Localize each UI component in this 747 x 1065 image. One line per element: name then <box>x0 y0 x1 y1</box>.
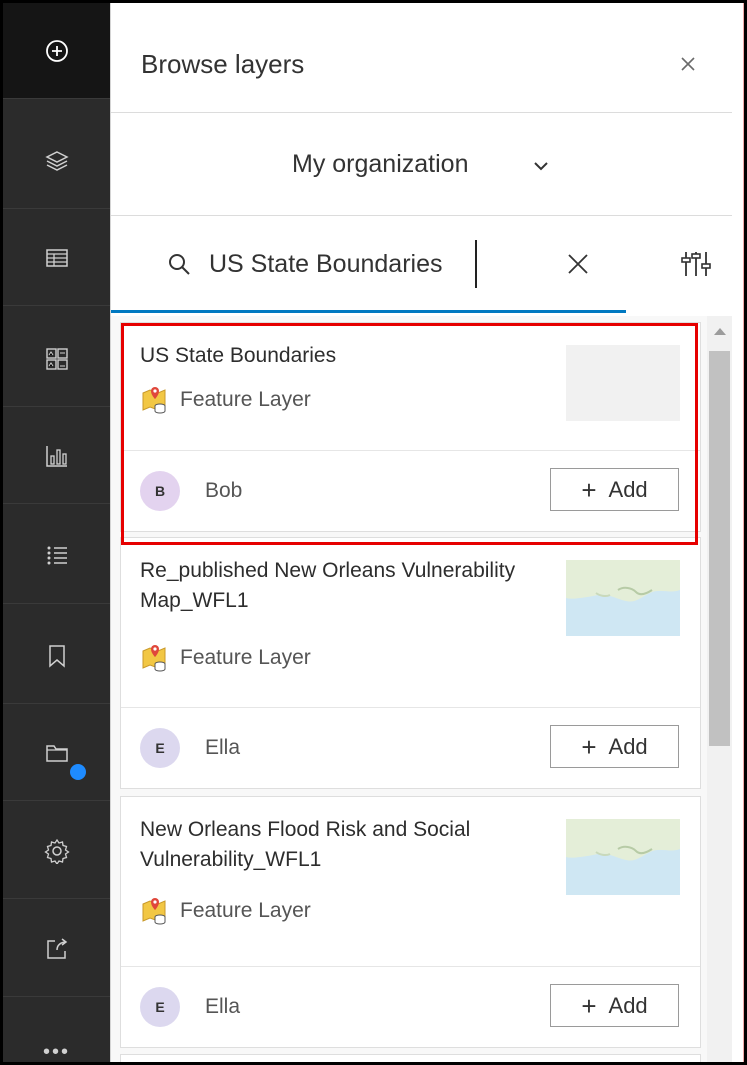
clear-search-icon[interactable] <box>566 252 590 276</box>
feature-layer-icon <box>142 645 166 672</box>
list-button[interactable] <box>3 508 110 604</box>
result-card-footer: E Ella + Add <box>121 708 700 788</box>
table-icon <box>45 248 68 267</box>
chart-button[interactable] <box>3 408 110 504</box>
map-thumbnail <box>566 560 680 636</box>
bookmark-icon <box>48 644 65 668</box>
owner-name: Ella <box>205 736 241 759</box>
share-icon <box>46 937 67 959</box>
close-icon[interactable] <box>677 53 699 75</box>
result-title: New Orleans Flood Risk and Social Vulner… <box>140 818 471 871</box>
list-icon <box>47 546 67 564</box>
result-type: Feature Layer <box>140 644 311 672</box>
highlight-box <box>121 323 698 545</box>
chart-icon <box>45 445 67 467</box>
result-card[interactable] <box>120 1054 701 1062</box>
layers-icon <box>44 150 69 171</box>
app-frame: ••• Browse layers My organization US Sta… <box>0 0 747 1065</box>
result-card-info: New Orleans Flood Risk and Social Vulner… <box>121 797 700 967</box>
share-button[interactable] <box>3 901 110 997</box>
scrollbar-thumb[interactable] <box>709 351 730 746</box>
panel-header: Browse layers <box>111 3 744 113</box>
plus-icon: + <box>581 990 597 1021</box>
result-title: Re_published New Orleans Vulnerability M… <box>140 559 516 612</box>
add-button-label: Add <box>608 992 648 1018</box>
owner-avatar: E <box>140 728 180 768</box>
result-card[interactable]: Re_published New Orleans Vulnerability M… <box>120 537 701 789</box>
legend-button[interactable] <box>3 311 110 407</box>
panel-title: Browse layers <box>141 49 305 79</box>
search-underline <box>111 310 626 313</box>
gear-icon <box>43 838 70 864</box>
map-thumbnail <box>566 819 680 895</box>
result-card-footer: E Ella + Add <box>121 967 700 1047</box>
legend-icon <box>45 347 68 370</box>
chevron-down-icon <box>534 162 548 171</box>
result-type-label: Feature Layer <box>180 899 311 922</box>
owner-name: Ella <box>205 995 241 1018</box>
table-button[interactable] <box>3 210 110 306</box>
result-type: Feature Layer <box>140 897 311 925</box>
settings-button[interactable] <box>3 803 110 899</box>
plus-icon: + <box>581 731 597 762</box>
search-icon <box>169 254 190 275</box>
layers-button[interactable] <box>3 113 110 209</box>
scrollbar[interactable] <box>707 316 732 1062</box>
filter-settings-icon[interactable] <box>678 246 714 282</box>
folder-icon <box>45 744 68 762</box>
side-toolbar: ••• <box>3 3 110 1062</box>
notification-dot <box>70 764 86 780</box>
add-button[interactable] <box>3 3 110 99</box>
feature-layer-icon <box>142 898 166 925</box>
add-layer-button[interactable]: + Add <box>550 725 679 768</box>
bookmark-button[interactable] <box>3 608 110 704</box>
add-layer-button[interactable]: + Add <box>550 984 679 1027</box>
owner-avatar: E <box>140 987 180 1027</box>
more-icon: ••• <box>42 1041 70 1063</box>
result-type-label: Feature Layer <box>180 646 311 669</box>
folder-button[interactable] <box>3 705 110 801</box>
panel-edge <box>732 3 744 1062</box>
source-dropdown-label: My organization <box>292 150 469 178</box>
result-card-info: Re_published New Orleans Vulnerability M… <box>121 538 700 708</box>
search-input[interactable] <box>209 246 509 282</box>
add-button-label: Add <box>608 733 648 759</box>
text-caret <box>475 240 477 288</box>
more-button[interactable]: ••• <box>3 996 110 1063</box>
scroll-up-arrow-icon[interactable] <box>714 328 726 335</box>
source-dropdown[interactable]: My organization <box>111 113 744 216</box>
search-bar <box>111 216 744 316</box>
result-card[interactable]: New Orleans Flood Risk and Social Vulner… <box>120 796 701 1048</box>
add-icon <box>45 39 68 62</box>
